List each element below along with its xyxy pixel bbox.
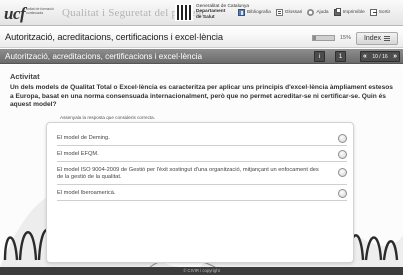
answer-text: El model ISO 9004-2009 de Gestió per l'è… [57, 167, 319, 180]
module-title: Autorització, acreditacions, certificaci… [5, 32, 223, 42]
book-icon [238, 9, 245, 16]
instruction-text: Assenyala la resposta que consideris cor… [60, 115, 155, 120]
pager-label: 10 / 16 [372, 53, 388, 60]
activity-heading: Activitat [10, 72, 40, 81]
answer-text: El model EFQM. [57, 151, 99, 157]
link-glossari[interactable]: Glossari [275, 9, 303, 16]
radio-button[interactable] [338, 134, 347, 143]
answer-option[interactable]: El model Iberoamericà. [57, 189, 347, 201]
top-header: ucf unitat de formació continuada Qualit… [0, 0, 403, 26]
generalitat-logo-icon [175, 4, 193, 21]
answer-text: El model de Deming. [57, 135, 110, 141]
link-label: Imprimible [342, 10, 365, 15]
menu-icon [384, 38, 391, 39]
radio-button[interactable] [338, 168, 347, 177]
link-bibliografia[interactable]: Bibliografia [238, 9, 271, 16]
exit-icon [369, 9, 377, 16]
link-label: Ajuda [316, 10, 329, 15]
link-sortir[interactable]: Sortir [369, 9, 391, 16]
section-bar: Autorització, acreditacions, certificaci… [0, 49, 403, 64]
glossary-icon [275, 9, 283, 16]
link-label: Sortir [378, 10, 391, 15]
progress-bar [312, 35, 335, 41]
gencat-line-2: Departament [196, 9, 226, 15]
print-icon [333, 8, 341, 16]
top-links: Bibliografia Glossari Ajuda Imprimible S… [238, 8, 395, 16]
link-imprimible[interactable]: Imprimible [333, 8, 365, 16]
pager: « 10 / 16 » [360, 51, 400, 62]
section-title: Autorització, acreditacions, certificaci… [5, 51, 203, 61]
link-label: Glossari [284, 10, 303, 15]
page-one-button[interactable]: 1 [335, 51, 346, 62]
activity-content: Activitat Un dels models de Qualitat Tot… [0, 65, 403, 267]
answer-option[interactable]: El model de Deming. [57, 134, 347, 146]
progress-percent: 15% [340, 35, 352, 41]
answer-option[interactable]: El model EFQM. [57, 150, 347, 162]
ucf-logo-subtext: unitat de formació continuada [26, 7, 54, 16]
answer-text: El model Iberoamericà. [57, 190, 116, 196]
index-label: Index [363, 35, 382, 42]
link-label: Bibliografia [247, 10, 271, 15]
gencat-line-3: de Salut [196, 14, 215, 20]
index-button[interactable]: Index [356, 32, 398, 45]
next-page-button[interactable]: » [393, 53, 397, 60]
radio-button[interactable] [338, 150, 347, 159]
question-text: Un dels models de Qualitat Total o Excel… [10, 84, 393, 109]
answer-option[interactable]: El model ISO 9004-2009 de Gestió per l'è… [57, 167, 347, 185]
footer: © CIVIR i copyright [0, 267, 403, 275]
help-icon [307, 9, 315, 16]
radio-button[interactable] [338, 189, 347, 198]
link-ajuda[interactable]: Ajuda [307, 9, 329, 16]
prev-page-button[interactable]: « [363, 53, 367, 60]
answers-panel: El model de Deming. El model EFQM. El mo… [46, 122, 354, 263]
ucf-logo: ucf [4, 4, 26, 23]
info-button[interactable]: i [314, 51, 325, 62]
module-title-bar: Autorització, acreditacions, certificaci… [0, 27, 403, 48]
progress-fill [313, 36, 317, 40]
